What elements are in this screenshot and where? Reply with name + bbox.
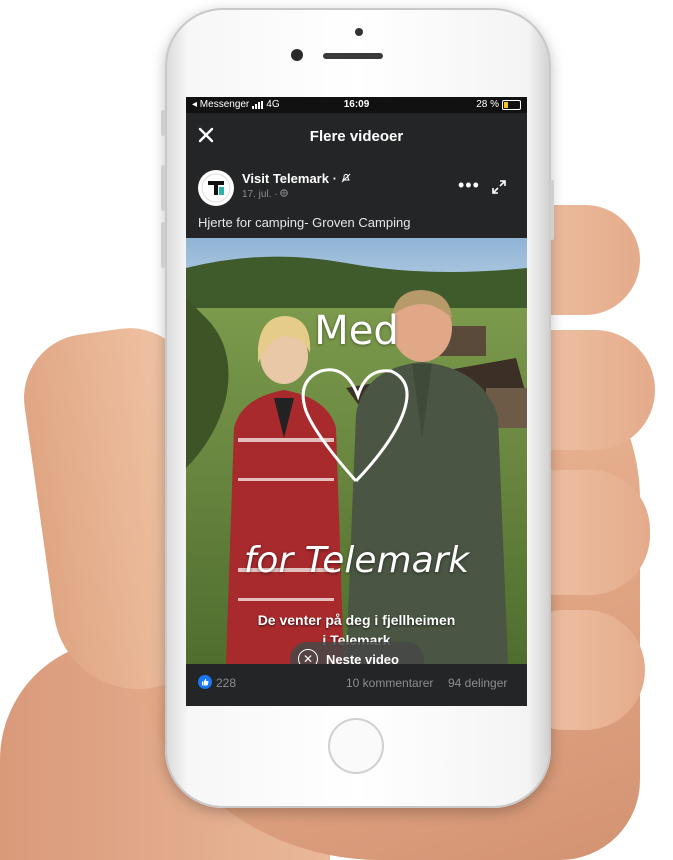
comments-count-link[interactable]: 10 kommentarer (346, 676, 433, 690)
earpiece-speaker (323, 53, 383, 59)
volume-up-button (161, 165, 165, 211)
heart-outline-icon (301, 368, 409, 483)
video-title-top: Med (314, 308, 399, 354)
expand-icon[interactable] (491, 179, 507, 195)
video-player[interactable]: Med for Telemark De venter på deg i fjel… (186, 238, 527, 664)
status-bar: ◂ Messenger 4G 16:09 28 % (186, 97, 527, 113)
post-date: 17. jul. · (242, 189, 289, 200)
visit-telemark-logo-icon (201, 173, 231, 203)
power-button (550, 180, 554, 240)
like-thumb-icon (198, 675, 212, 689)
battery-icon (502, 99, 521, 110)
post-footer: 228 10 kommentarer 94 delinger (186, 673, 527, 695)
post-caption: Hjerte for camping- Groven Camping (198, 215, 411, 230)
like-count[interactable]: 228 (216, 676, 236, 690)
video-title-bottom: for Telemark (243, 540, 470, 581)
next-video-label: Neste video (326, 651, 399, 665)
proximity-sensor (355, 28, 363, 36)
page-avatar[interactable] (198, 170, 234, 206)
page-name-link[interactable]: Visit Telemark · (242, 171, 351, 186)
mute-switch (161, 110, 165, 136)
phone-screen: ◂ Messenger 4G 16:09 28 % Flere videoer (186, 97, 527, 706)
shares-count-link[interactable]: 94 delinger (448, 676, 507, 690)
home-button[interactable] (328, 718, 384, 774)
page-title: Flere videoer (309, 128, 404, 145)
globe-icon (280, 189, 289, 197)
volume-down-button (161, 222, 165, 268)
post-header: Visit Telemark · 17. jul. · ••• (186, 167, 527, 211)
top-bar: Flere videoer (186, 113, 527, 159)
battery-percent: 28 % (476, 99, 499, 110)
muted-bell-icon (341, 173, 350, 183)
close-next-icon[interactable]: ✕ (298, 649, 318, 664)
front-camera (291, 49, 303, 61)
next-video-button[interactable]: ✕ Neste video (290, 642, 424, 664)
more-options-icon[interactable]: ••• (458, 175, 480, 196)
